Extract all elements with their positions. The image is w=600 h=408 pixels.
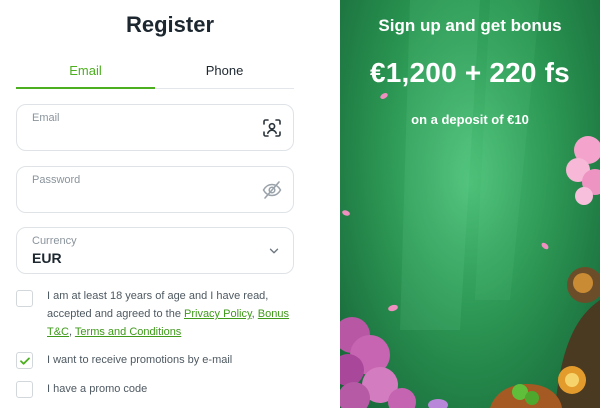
promotions-checkbox[interactable] xyxy=(16,352,33,369)
privacy-policy-link[interactable]: Privacy Policy xyxy=(184,308,252,320)
terms-checkbox[interactable] xyxy=(16,290,33,307)
bonus-amount: €1,200 + 220 fs xyxy=(370,57,570,88)
promo-code-checkbox[interactable] xyxy=(16,381,33,398)
email-field-label: Email xyxy=(32,112,60,124)
terms-consent-text: I am at least 18 years of age and I have… xyxy=(47,287,309,341)
promo-code-label: I have a promo code xyxy=(47,383,148,395)
eye-off-icon[interactable] xyxy=(261,179,283,201)
terms-consent-row: I am at least 18 years of age and I have… xyxy=(16,290,306,342)
registration-panel: Register Email Phone Email Password Curr… xyxy=(0,0,340,408)
face-scan-icon[interactable] xyxy=(261,117,283,139)
email-field[interactable]: Email xyxy=(16,104,294,151)
tab-email[interactable]: Email xyxy=(16,57,155,89)
currency-value: EUR xyxy=(32,250,62,266)
bonus-banner: Sign up and get bonus €1,200 + 220 fs on… xyxy=(340,0,600,408)
terms-conditions-link[interactable]: Terms and Conditions xyxy=(75,326,181,338)
currency-select[interactable]: Currency EUR xyxy=(16,227,294,274)
password-field[interactable]: Password xyxy=(16,166,294,213)
check-icon xyxy=(20,357,30,365)
bonus-deposit-note: on a deposit of €10 xyxy=(411,112,529,127)
currency-field-label: Currency xyxy=(32,235,77,247)
promotions-label: I want to receive promotions by e-mail xyxy=(47,354,233,366)
tab-phone[interactable]: Phone xyxy=(155,57,294,89)
chevron-down-icon xyxy=(269,248,279,254)
password-input[interactable] xyxy=(32,188,252,208)
register-tabs: Email Phone xyxy=(16,57,294,89)
password-field-label: Password xyxy=(32,174,81,186)
promo-code-row: I have a promo code xyxy=(16,381,306,401)
banner-title: Sign up and get bonus xyxy=(378,16,562,35)
form-title: Register xyxy=(125,12,215,37)
email-input[interactable] xyxy=(32,126,252,146)
promotions-row: I want to receive promotions by e-mail xyxy=(16,352,306,372)
